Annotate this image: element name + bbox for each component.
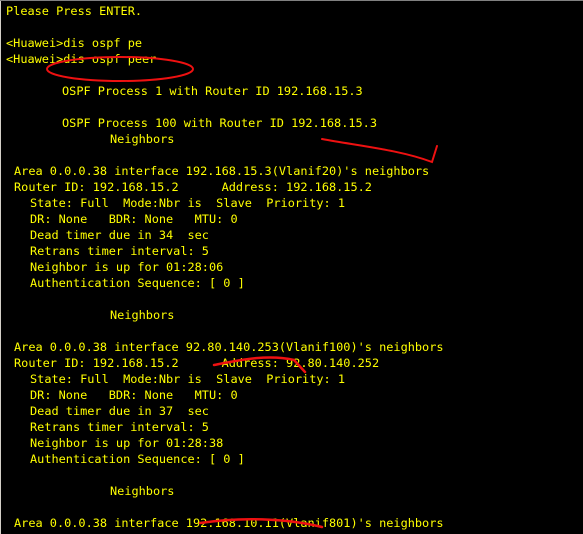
terminal-line: DR: None BDR: None MTU: 0 — [30, 388, 238, 402]
terminal-line: Area 0.0.0.38 interface 192.168.15.3(Vla… — [14, 164, 430, 178]
terminal-line: <Huawei>dis ospf pe — [6, 36, 143, 50]
terminal-line: Retrans timer interval: 5 — [30, 420, 209, 434]
terminal-line: Please Press ENTER. — [6, 4, 143, 18]
terminal-line: Retrans timer interval: 5 — [30, 244, 209, 258]
terminal-line: State: Full Mode:Nbr is Slave Priority: … — [30, 372, 345, 386]
terminal-line: OSPF Process 1 with Router ID 192.168.15… — [62, 84, 363, 98]
terminal-line: DR: None BDR: None MTU: 0 — [30, 212, 238, 226]
terminal-line: Neighbor is up for 01:28:38 — [30, 436, 224, 450]
terminal-line: Area 0.0.0.38 interface 92.80.140.253(Vl… — [14, 340, 444, 354]
terminal-line: Neighbors — [110, 484, 175, 498]
terminal-line: Dead timer due in 37 sec — [30, 404, 209, 418]
terminal-line: Neighbors — [110, 308, 175, 322]
terminal-line: Dead timer due in 34 sec — [30, 228, 209, 242]
terminal-line: Area 0.0.0.38 interface 192.168.10.11(Vl… — [14, 516, 444, 530]
terminal-line: <Huawei>dis ospf peer — [6, 52, 157, 66]
terminal-line: Router ID: 192.168.15.2 Address: 92.80.1… — [14, 356, 380, 370]
terminal-line: Neighbors — [110, 132, 175, 146]
terminal-output[interactable]: Please Press ENTER. <Huawei>dis ospf pe <H… — [0, 0, 583, 534]
terminal-line: Authentication Sequence: [ 0 ] — [30, 276, 245, 290]
terminal-line: Authentication Sequence: [ 0 ] — [30, 452, 245, 466]
terminal-line: State: Full Mode:Nbr is Slave Priority: … — [30, 196, 345, 210]
terminal-line: OSPF Process 100 with Router ID 192.168.… — [62, 116, 377, 130]
terminal-line: Neighbor is up for 01:28:06 — [30, 260, 224, 274]
terminal-line: Router ID: 192.168.15.2 Address: 192.168… — [14, 180, 372, 194]
